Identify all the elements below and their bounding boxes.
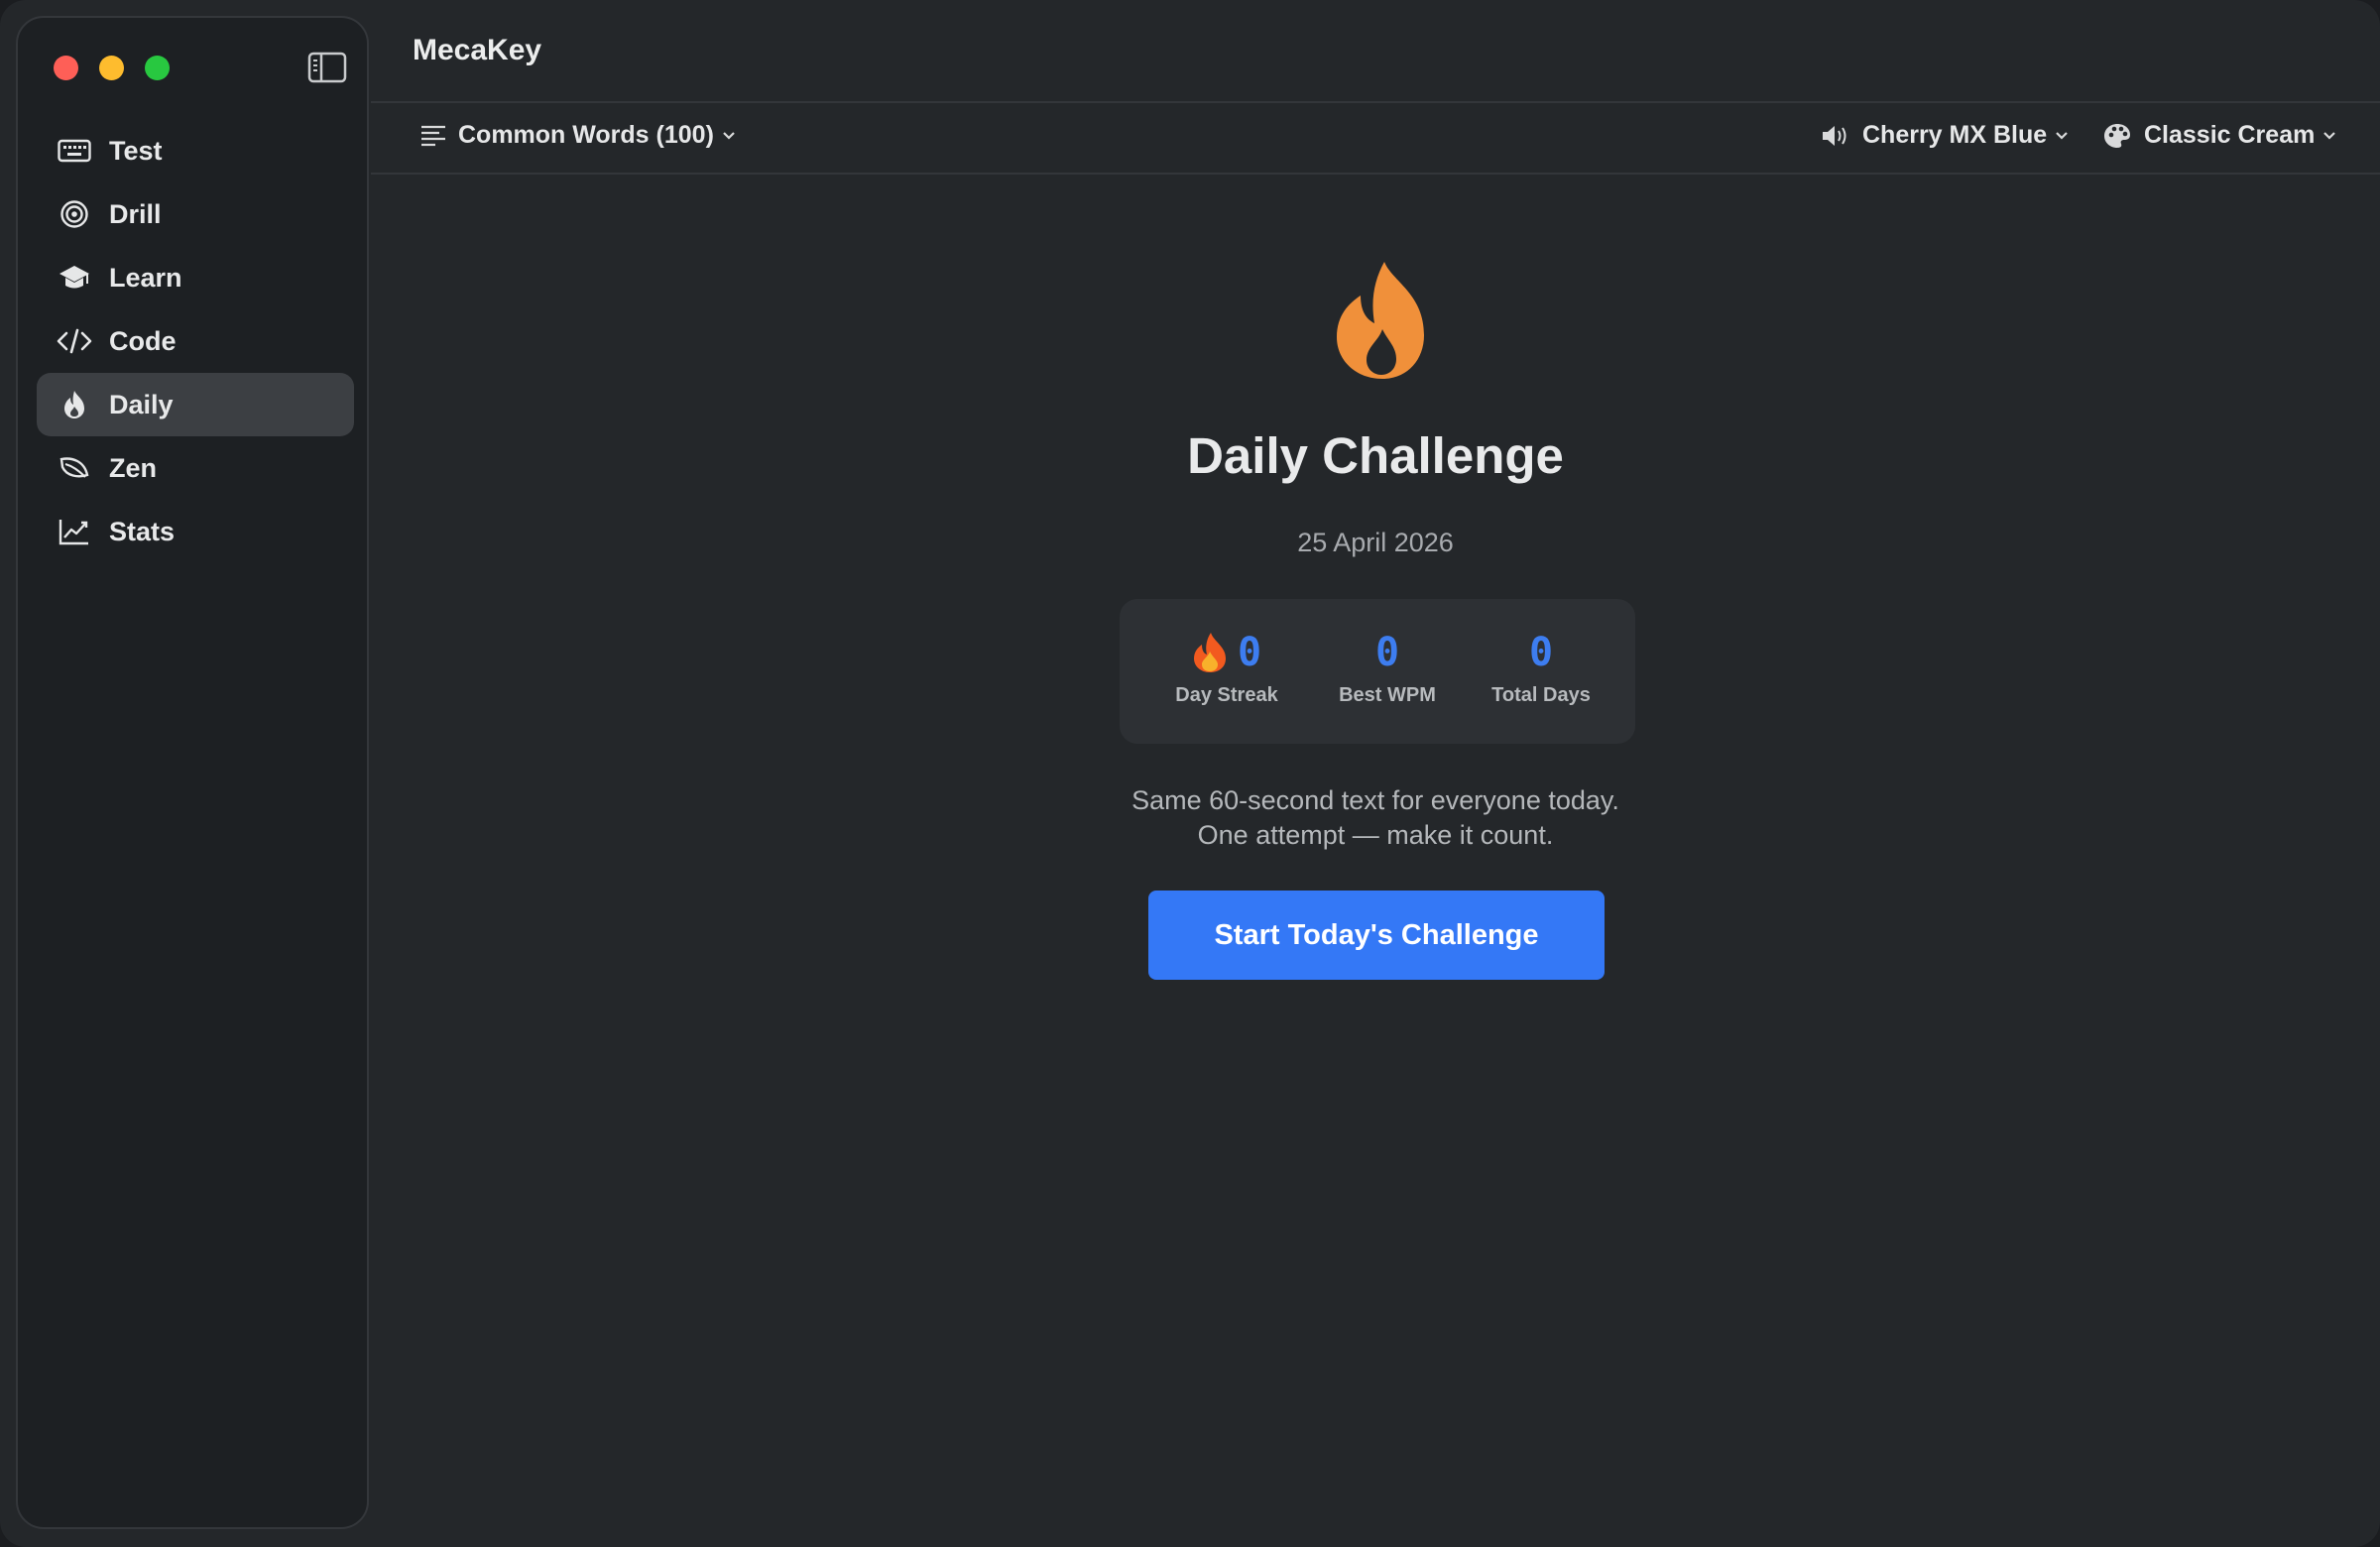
- text-lines-icon: [420, 124, 446, 148]
- close-window-button[interactable]: [54, 56, 78, 80]
- challenge-date: 25 April 2026: [1297, 528, 1454, 557]
- zoom-window-button[interactable]: [145, 56, 170, 80]
- stat-value: 0: [1374, 630, 1400, 675]
- minimize-window-button[interactable]: [99, 56, 124, 80]
- stat-label: Total Days: [1491, 684, 1591, 706]
- speaker-icon: [1821, 124, 1850, 148]
- stat-total-days: 0 Total Days: [1467, 631, 1615, 707]
- page-title: Daily Challenge: [1187, 427, 1564, 484]
- stat-best-wpm: 0 Best WPM: [1318, 631, 1457, 707]
- word-list-label: Common Words (100): [458, 121, 714, 149]
- sidebar-item-test[interactable]: Test: [37, 119, 354, 182]
- sidebar-item-label: Test: [109, 135, 163, 166]
- sidebar-item-zen[interactable]: Zen: [37, 436, 354, 500]
- palette-icon: [2102, 122, 2132, 150]
- stat-value: 0: [1528, 630, 1554, 675]
- word-list-dropdown[interactable]: Common Words (100): [420, 121, 736, 150]
- keyboard-icon: [57, 133, 92, 169]
- theme-label: Classic Cream: [2144, 121, 2316, 149]
- sidebar-item-daily[interactable]: Daily: [37, 373, 354, 436]
- fire-emoji-icon: [1193, 633, 1226, 672]
- app-window: Test Drill Learn Code Daily Zen Stats Me…: [0, 0, 2380, 1547]
- code-icon: [57, 323, 92, 359]
- sound-dropdown[interactable]: Cherry MX Blue: [1821, 121, 2069, 150]
- daily-challenge-panel: Daily Challenge 25 April 2026 0 Day Stre…: [371, 175, 2380, 1547]
- chevron-down-icon: [722, 131, 736, 141]
- chart-line-icon: [57, 514, 92, 549]
- sidebar-item-stats[interactable]: Stats: [37, 500, 354, 563]
- sidebar: Test Drill Learn Code Daily Zen Stats: [16, 16, 369, 1529]
- leaf-icon: [57, 450, 92, 486]
- target-icon: [57, 196, 92, 232]
- toolbar: Common Words (100) Cherry MX Blue Classi…: [371, 103, 2380, 175]
- app-title: MecaKey: [413, 34, 542, 66]
- stat-label: Day Streak: [1175, 684, 1278, 706]
- sidebar-item-label: Learn: [109, 262, 182, 293]
- sidebar-toggle-icon[interactable]: [307, 52, 347, 83]
- flame-icon: [1337, 262, 1424, 379]
- sidebar-item-label: Code: [109, 325, 177, 356]
- graduation-cap-icon: [57, 260, 92, 296]
- chevron-down-icon: [2055, 131, 2069, 141]
- description-line-1: Same 60-second text for everyone today.: [1131, 785, 1619, 815]
- theme-dropdown[interactable]: Classic Cream: [2102, 121, 2336, 150]
- description-line-2: One attempt — make it count.: [1197, 820, 1554, 850]
- sidebar-item-label: Zen: [109, 452, 158, 483]
- window-controls: [54, 56, 170, 80]
- sound-label: Cherry MX Blue: [1862, 121, 2048, 149]
- sidebar-item-code[interactable]: Code: [37, 309, 354, 373]
- sidebar-item-label: Daily: [109, 389, 174, 419]
- sidebar-item-label: Drill: [109, 198, 162, 229]
- sidebar-item-drill[interactable]: Drill: [37, 182, 354, 246]
- stat-day-streak: 0 Day Streak: [1147, 631, 1306, 707]
- stats-card: 0 Day Streak 0 Best WPM 0 Total Days: [1120, 599, 1635, 744]
- sidebar-item-label: Stats: [109, 516, 176, 546]
- stat-label: Best WPM: [1339, 684, 1436, 706]
- sidebar-item-learn[interactable]: Learn: [37, 246, 354, 309]
- sidebar-nav: Test Drill Learn Code Daily Zen Stats: [37, 119, 354, 563]
- title-bar: MecaKey: [371, 0, 2380, 103]
- stat-value: 0: [1237, 630, 1262, 675]
- chevron-down-icon: [2322, 131, 2336, 141]
- start-challenge-button[interactable]: Start Today's Challenge: [1148, 891, 1605, 980]
- challenge-description: Same 60-second text for everyone today. …: [371, 783, 2380, 853]
- flame-icon: [57, 387, 92, 422]
